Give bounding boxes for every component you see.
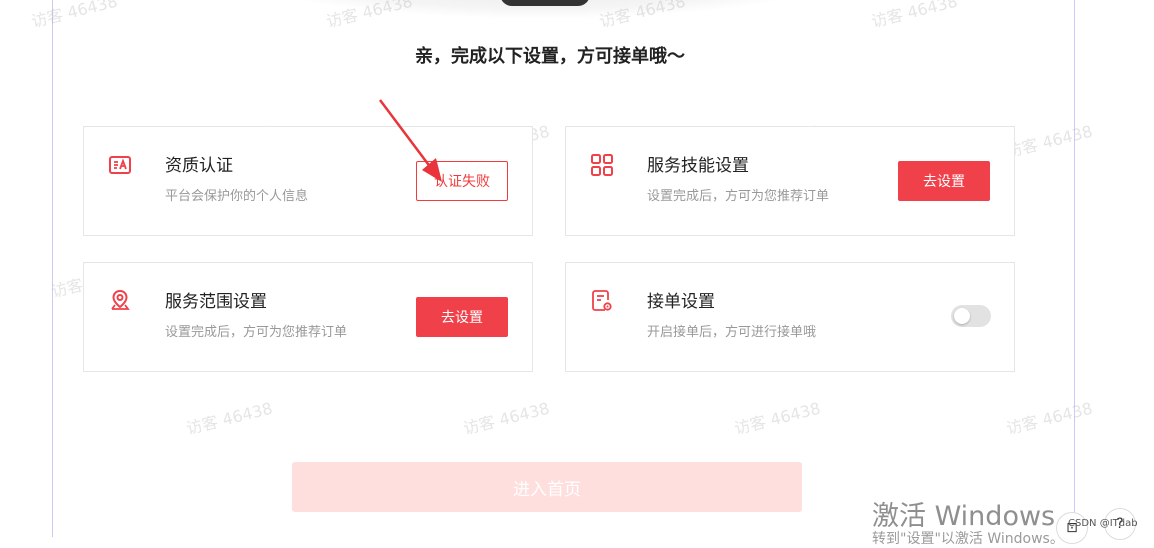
watermark: 访客 46438	[1004, 121, 1095, 162]
qualification-title: 资质认证	[165, 156, 233, 176]
watermark: 访客 46438	[184, 398, 275, 439]
windows-activation-hint: 转到"设置"以激活 Windows。	[872, 531, 1064, 547]
service-range-card: 服务范围设置 设置完成后，方可为您推荐订单 去设置	[83, 262, 533, 372]
qualification-desc: 平台会保护你的个人信息	[165, 189, 309, 204]
service-skills-desc: 设置完成后，方可为您推荐订单	[647, 189, 830, 204]
service-skills-title: 服务技能设置	[647, 156, 749, 176]
skills-setup-button[interactable]: 去设置	[898, 161, 990, 201]
page-heading: 亲，完成以下设置，方可接单哦～	[415, 46, 685, 67]
frame-left-border	[52, 0, 53, 537]
range-setup-button[interactable]: 去设置	[416, 297, 508, 337]
order-accept-title: 接单设置	[647, 292, 715, 312]
annotation-arrow	[379, 99, 442, 182]
watermark: 访客 46438	[461, 398, 552, 439]
service-skills-card: 服务技能设置 设置完成后，方可为您推荐订单 去设置	[565, 126, 1015, 236]
toggle-knob	[954, 308, 970, 324]
hero-illustration-detail	[500, 0, 590, 6]
service-range-title: 服务范围设置	[165, 292, 267, 312]
order-accept-toggle[interactable]	[951, 305, 991, 327]
order-accept-card: 接单设置 开启接单后，方可进行接单哦	[565, 262, 1015, 372]
watermark: 访客 46438	[1004, 398, 1095, 439]
settings-doc-icon	[592, 290, 612, 311]
service-range-desc: 设置完成后，方可为您推荐订单	[165, 325, 348, 340]
enter-homepage-button[interactable]: 进入首页	[292, 462, 802, 512]
location-icon	[111, 289, 130, 310]
watermark: 访客 46438	[732, 398, 823, 439]
frame-right-border	[1074, 0, 1075, 537]
qualification-card: 资质认证 平台会保护你的个人信息 认证失败	[83, 126, 533, 236]
grid-icon	[591, 154, 613, 176]
watermark: 访客 46438	[29, 0, 120, 32]
order-accept-desc: 开启接单后，方可进行接单哦	[647, 325, 817, 340]
csdn-watermark: CSDN @ITdab	[1068, 518, 1138, 529]
watermark: 访客 46438	[869, 0, 960, 32]
id-card-icon	[109, 156, 131, 174]
